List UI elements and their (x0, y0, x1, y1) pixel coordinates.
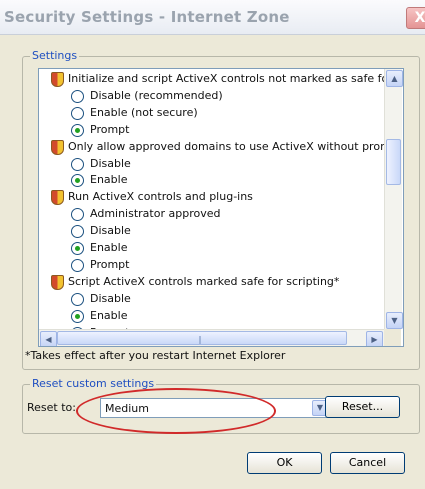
setting-category: Run ActiveX controls and plug-ins (51, 189, 253, 206)
scroll-up-button[interactable]: ▲ (386, 70, 403, 87)
setting-option[interactable]: Disable (71, 156, 131, 172)
setting-option[interactable]: Enable (71, 240, 127, 256)
setting-option-label: Enable (90, 241, 128, 254)
setting-option-label: Disable (90, 156, 131, 170)
setting-option-label: Prompt (90, 257, 130, 271)
horizontal-scroll-thumb[interactable]: ‖ (57, 331, 347, 345)
title-bar: Security Settings - Internet Zone X (0, 0, 425, 35)
scroll-left-button[interactable]: ◀ (40, 331, 57, 346)
radio-unselected[interactable] (71, 89, 84, 103)
setting-option[interactable]: Enable (71, 172, 127, 188)
vertical-scrollbar[interactable]: ▲ ▼ (384, 69, 403, 329)
setting-category: Only allow approved domains to use Activ… (51, 139, 402, 155)
setting-category-label: Run ActiveX controls and plug-ins (68, 190, 253, 204)
setting-category-label: Script ActiveX controls marked safe for … (68, 274, 340, 288)
setting-option-label: Disable (90, 224, 131, 238)
shield-icon (51, 72, 64, 87)
window-title: Security Settings - Internet Zone (4, 8, 290, 26)
setting-option-label: Disable (recommended) (90, 88, 223, 102)
red-highlight-ellipse (76, 388, 276, 434)
setting-option[interactable]: Enable (not secure) (71, 105, 198, 121)
radio-unselected[interactable] (71, 157, 84, 171)
reset-to-label: Reset to: (27, 401, 76, 414)
scroll-corner (384, 329, 401, 346)
setting-option-label: Enable (90, 308, 128, 322)
scroll-right-button[interactable]: ▶ (366, 331, 383, 346)
reset-button[interactable]: Reset... (325, 396, 400, 418)
horizontal-scrollbar[interactable]: ◀ ‖ ▶ (39, 329, 384, 346)
scroll-down-button[interactable]: ▼ (386, 312, 403, 329)
close-button[interactable]: X (406, 7, 425, 29)
setting-option-label: Enable (not secure) (90, 105, 198, 119)
setting-option[interactable]: Prompt (71, 257, 129, 273)
settings-group-label: Settings (30, 49, 80, 62)
setting-category: Initialize and script ActiveX controls n… (51, 71, 403, 87)
setting-option[interactable]: Prompt (71, 122, 129, 138)
shield-icon (51, 274, 64, 290)
setting-option[interactable]: Disable (71, 223, 131, 239)
radio-unselected[interactable] (71, 208, 84, 222)
setting-option[interactable]: Disable (71, 291, 131, 307)
setting-option-label: Enable (90, 173, 128, 187)
restart-note: *Takes effect after you restart Internet… (25, 349, 286, 362)
setting-option[interactable]: Administrator approved (71, 206, 220, 222)
security-settings-dialog: Security Settings - Internet Zone X Sett… (0, 0, 425, 489)
setting-category-label: Initialize and script ActiveX controls n… (68, 72, 403, 85)
radio-unselected[interactable] (71, 225, 84, 239)
radio-selected[interactable] (71, 123, 84, 137)
radio-selected[interactable] (71, 174, 84, 188)
radio-unselected[interactable] (71, 258, 84, 272)
setting-option[interactable]: Enable (71, 308, 127, 324)
vertical-scroll-thumb[interactable] (386, 139, 401, 185)
shield-icon (51, 139, 64, 155)
settings-tree-content: Initialize and script ActiveX controls n… (39, 69, 403, 340)
radio-selected[interactable] (71, 242, 84, 255)
reset-group-label: Reset custom settings (30, 377, 157, 390)
cancel-button[interactable]: Cancel (330, 452, 405, 474)
setting-category-label: Only allow approved domains to use Activ… (68, 139, 403, 153)
ok-button[interactable]: OK (247, 452, 322, 474)
radio-selected[interactable] (71, 309, 84, 323)
setting-option-label: Prompt (90, 122, 130, 136)
radio-unselected[interactable] (71, 106, 84, 120)
setting-option-label: Disable (90, 291, 131, 305)
setting-option-label: Administrator approved (90, 207, 221, 221)
shield-icon (51, 190, 64, 206)
radio-unselected[interactable] (71, 292, 84, 306)
setting-option[interactable]: Disable (recommended) (71, 88, 223, 104)
settings-tree[interactable]: Initialize and script ActiveX controls n… (38, 68, 404, 347)
scroll-grip-icon: ‖ (198, 335, 202, 344)
setting-category: Script ActiveX controls marked safe for … (51, 274, 339, 290)
